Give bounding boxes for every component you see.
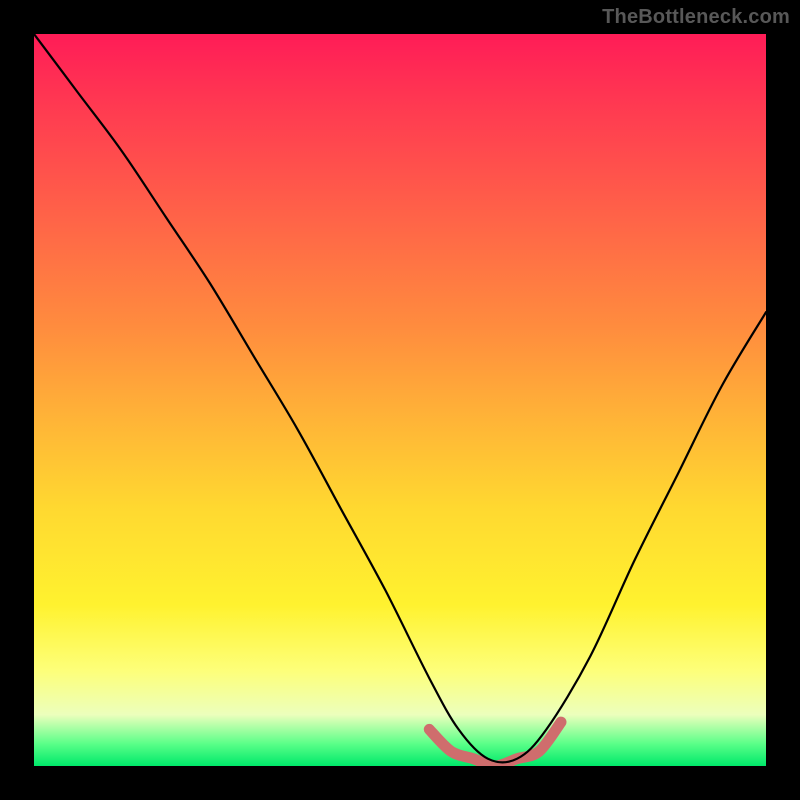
chart-svg	[34, 34, 766, 766]
bottleneck-curve	[34, 34, 766, 762]
optimal-range-highlight	[429, 722, 561, 766]
watermark-text: TheBottleneck.com	[602, 6, 790, 29]
chart-plot-area	[34, 34, 766, 766]
